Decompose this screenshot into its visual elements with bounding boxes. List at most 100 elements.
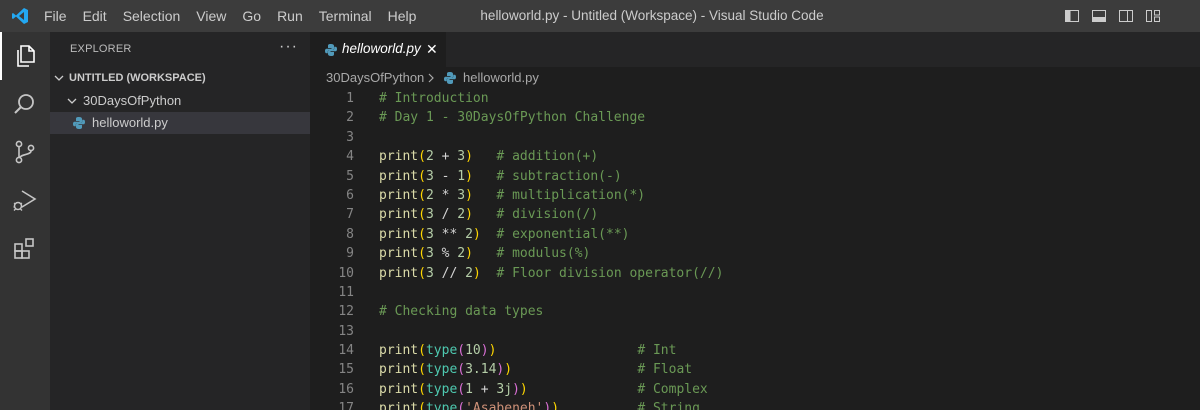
code-token: ( [418, 246, 426, 262]
menu-file[interactable]: File [36, 0, 75, 32]
file-row[interactable]: helloworld.py [50, 112, 310, 134]
explorer-icon[interactable] [0, 32, 50, 80]
title-bar: File Edit Selection View Go Run Terminal… [0, 0, 1200, 32]
code-token: 1 [465, 381, 473, 397]
code-line[interactable]: 12 # Checking data types [310, 302, 1200, 321]
line-source: print(3 // 2) # Floor division operator(… [379, 264, 723, 283]
line-source: print(3 / 2) # division(/) [379, 205, 598, 224]
code-token: # String [637, 401, 700, 410]
code-line[interactable]: 14 print(type(10)) # Int [310, 341, 1200, 360]
customize-layout-icon[interactable] [1145, 8, 1161, 24]
code-line[interactable]: 1 # Introduction [310, 89, 1200, 108]
code-token: ( [418, 168, 426, 184]
more-actions-button[interactable]: ··· [279, 38, 298, 56]
line-number: 4 [346, 149, 354, 165]
run-debug-icon[interactable] [0, 176, 50, 224]
code-token: 'Asabeneh' [465, 401, 544, 410]
menu-help[interactable]: Help [380, 0, 425, 32]
code-line[interactable]: 5 print(3 - 1) # subtraction(-) [310, 167, 1200, 186]
line-source: print(2 * 3) # multiplication(*) [379, 186, 645, 205]
code-token: # Float [637, 362, 693, 378]
code-line[interactable]: 8 print(3 ** 2) # exponential(**) [310, 225, 1200, 244]
toggle-panel-icon[interactable] [1091, 8, 1107, 24]
code-token: ( [457, 343, 466, 359]
code-line[interactable]: 6 print(2 * 3) # multiplication(*) [310, 186, 1200, 205]
tab-helloworld[interactable]: helloworld.py ✕ [310, 32, 446, 67]
menu-view[interactable]: View [188, 0, 234, 32]
line-number: 16 [338, 381, 354, 397]
code-line[interactable]: 17 print(type('Asabeneh')) # String [310, 399, 1200, 410]
folder-label: 30DaysOfPython [83, 93, 182, 108]
code-token: 3 [457, 187, 466, 203]
code-token: # Floor division operator(//) [496, 265, 724, 281]
code-line[interactable]: 3 [310, 128, 1200, 147]
line-number: 17 [338, 401, 354, 410]
line-source: print(3 - 1) # subtraction(-) [379, 167, 622, 186]
line-source: print(type(3.14)) # Float [379, 360, 692, 379]
toggle-secondary-sidebar-icon[interactable] [1118, 8, 1134, 24]
line-number: 13 [338, 323, 354, 339]
breadcrumb: 30DaysOfPython helloworld.py [310, 67, 1200, 89]
source-control-icon[interactable] [0, 128, 50, 176]
code-token: 3 [425, 246, 434, 262]
code-token: # addition(+) [496, 149, 599, 165]
code-line[interactable]: 11 [310, 283, 1200, 302]
code-token: print [379, 265, 419, 281]
search-icon[interactable] [0, 80, 50, 128]
line-source: print(3 ** 2) # exponential(**) [379, 225, 629, 244]
code-token: print [379, 226, 419, 242]
code-token: ) [472, 226, 481, 242]
breadcrumb-file[interactable]: helloworld.py [463, 70, 539, 85]
menu-run[interactable]: Run [269, 0, 311, 32]
extensions-icon[interactable] [0, 224, 50, 272]
line-source: print(2 + 3) # addition(+) [379, 147, 598, 166]
code-token: 3j [496, 381, 513, 397]
code-token: - [433, 168, 458, 184]
code-token: type [425, 381, 458, 397]
menu-terminal[interactable]: Terminal [311, 0, 380, 32]
line-source: print(type(1 + 3j)) # Complex [379, 380, 708, 399]
code-line[interactable]: 15 print(type(3.14)) # Float [310, 360, 1200, 379]
line-number: 7 [346, 207, 354, 223]
code-token: print [379, 149, 419, 165]
code-line[interactable]: 16 print(type(1 + 3j)) # Complex [310, 380, 1200, 399]
code-editor[interactable]: 1 # Introduction 2 # Day 1 - 30DaysOfPython… [310, 89, 1200, 410]
code-token: ) [551, 401, 560, 410]
code-line[interactable]: 9 print(3 % 2) # modulus(%) [310, 244, 1200, 263]
code-token: ) [472, 265, 481, 281]
code-token: ) [512, 381, 520, 397]
code-line[interactable]: 2 # Day 1 - 30DaysOfPython Challenge [310, 108, 1200, 127]
code-token: 2 [457, 207, 466, 223]
menu-go[interactable]: Go [234, 0, 269, 32]
menu-selection[interactable]: Selection [115, 0, 189, 32]
sidebar-title: EXPLORER [70, 43, 132, 55]
code-token: ) [519, 381, 528, 397]
code-token: ) [504, 362, 513, 378]
close-icon[interactable]: ✕ [426, 41, 438, 58]
vscode-logo-icon [12, 8, 28, 24]
code-line[interactable]: 7 print(3 / 2) # division(/) [310, 205, 1200, 224]
code-token: ) [465, 149, 473, 165]
code-token: print [379, 401, 419, 410]
code-line[interactable]: 13 [310, 322, 1200, 341]
code-token: print [379, 168, 419, 184]
python-file-icon [325, 44, 337, 56]
toggle-primary-sidebar-icon[interactable] [1064, 8, 1080, 24]
code-token: ) [465, 207, 473, 223]
code-line[interactable]: 10 print(3 // 2) # Floor division operato… [310, 264, 1200, 283]
menu-edit[interactable]: Edit [75, 0, 115, 32]
breadcrumb-folder[interactable]: 30DaysOfPython [326, 70, 424, 85]
code-token: type [425, 343, 458, 359]
code-token: # Checking data types [379, 304, 544, 320]
code-line[interactable]: 4 print(2 + 3) # addition(+) [310, 147, 1200, 166]
code-token: 1 [457, 168, 466, 184]
workspace-row[interactable]: UNTITLED (WORKSPACE) [50, 67, 310, 89]
line-source: print(3 % 2) # modulus(%) [379, 244, 590, 263]
line-number: 12 [338, 304, 354, 320]
folder-row[interactable]: 30DaysOfPython [50, 90, 310, 112]
